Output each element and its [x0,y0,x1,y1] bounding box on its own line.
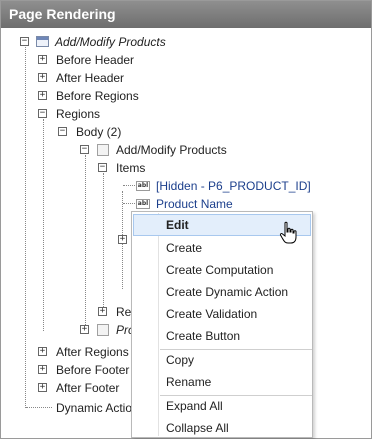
hand-pointer-icon [279,221,297,244]
expand-icon[interactable]: + [80,325,89,334]
collapse-icon[interactable]: − [20,37,29,46]
tree-node-label: After Footer [56,381,120,395]
menu-item-rename[interactable]: Rename [133,371,311,393]
tree-node-dynamic-actions[interactable]: Dynamic Actio [1,399,132,417]
collapse-icon[interactable]: − [58,127,67,136]
region-icon [97,324,109,336]
tree-node-label: Re [116,305,132,319]
menu-item-create-button[interactable]: Create Button [133,325,311,347]
tree-node-label: Body (2) [76,125,122,139]
menu-item-create-computation[interactable]: Create Computation [133,259,311,281]
region-icon [97,144,109,156]
tree-node-label: Regions [56,107,101,121]
tree-node-after-regions[interactable]: + After Regions [1,343,132,361]
expand-icon[interactable]: + [118,235,127,244]
tree-node-items[interactable]: − Items [1,159,201,177]
tree-node-label: After Header [56,71,125,85]
menu-item-create-validation[interactable]: Create Validation [133,303,311,325]
expand-icon[interactable]: + [38,91,47,100]
tree-node-regions[interactable]: − Regions [1,105,201,123]
tree-node-body[interactable]: − Body (2) [1,123,201,141]
tree-node-label: Add/Modify Products [55,35,166,49]
tree-node-label: Items [116,161,146,175]
menu-item-collapse-all[interactable]: Collapse All [133,417,311,439]
tree-node-label: [Hidden - P6_PRODUCT_ID] [156,179,311,193]
collapse-icon[interactable]: − [98,163,107,172]
text-item-icon: abl [136,199,150,209]
panel-title: Page Rendering [1,1,371,28]
expand-icon[interactable]: + [38,365,47,374]
context-menu: Edit Create Create Computation Create Dy… [131,211,313,438]
tree-node-label: Add/Modify Products [116,143,227,157]
tree-node-item-hidden[interactable]: abl [Hidden - P6_PRODUCT_ID] [1,177,341,195]
tree-node-before-regions[interactable]: + Before Regions [1,87,201,105]
expand-icon[interactable]: + [98,307,107,316]
expand-icon[interactable]: + [38,55,47,64]
menu-item-expand-all[interactable]: Expand All [133,395,311,417]
text-item-icon: abl [136,181,150,191]
collapse-icon[interactable]: − [80,145,89,154]
menu-item-copy[interactable]: Copy [133,349,311,371]
tree-node-after-header[interactable]: + After Header [1,69,201,87]
tree-node-label: Before Regions [56,89,139,103]
tree-node-hidden-row[interactable]: + [1,231,132,249]
tree-node-region-partial-re[interactable]: + Re [1,303,132,321]
tree-node-label: Before Header [56,53,135,67]
tree-node-label: Dynamic Actio [56,401,132,415]
tree-node-label: After Regions [56,345,129,359]
tree-node-after-footer[interactable]: + After Footer [1,379,132,397]
region-icon [36,36,49,47]
menu-item-create-dynamic-action[interactable]: Create Dynamic Action [133,281,311,303]
expand-icon[interactable]: + [38,383,47,392]
expand-icon[interactable]: + [38,73,47,82]
collapse-icon[interactable]: − [38,109,47,118]
tree-node-before-header[interactable]: + Before Header [1,51,201,69]
tree-node-label: Before Footer [56,363,130,377]
tree-node-region-add-modify[interactable]: − Add/Modify Products [1,141,261,159]
tree-node-region-partial-pro[interactable]: + Pro [1,321,135,339]
tree-node-root[interactable]: − Add/Modify Products [1,33,201,51]
expand-icon[interactable]: + [38,347,47,356]
tree-node-before-footer[interactable]: + Before Footer [1,361,132,379]
